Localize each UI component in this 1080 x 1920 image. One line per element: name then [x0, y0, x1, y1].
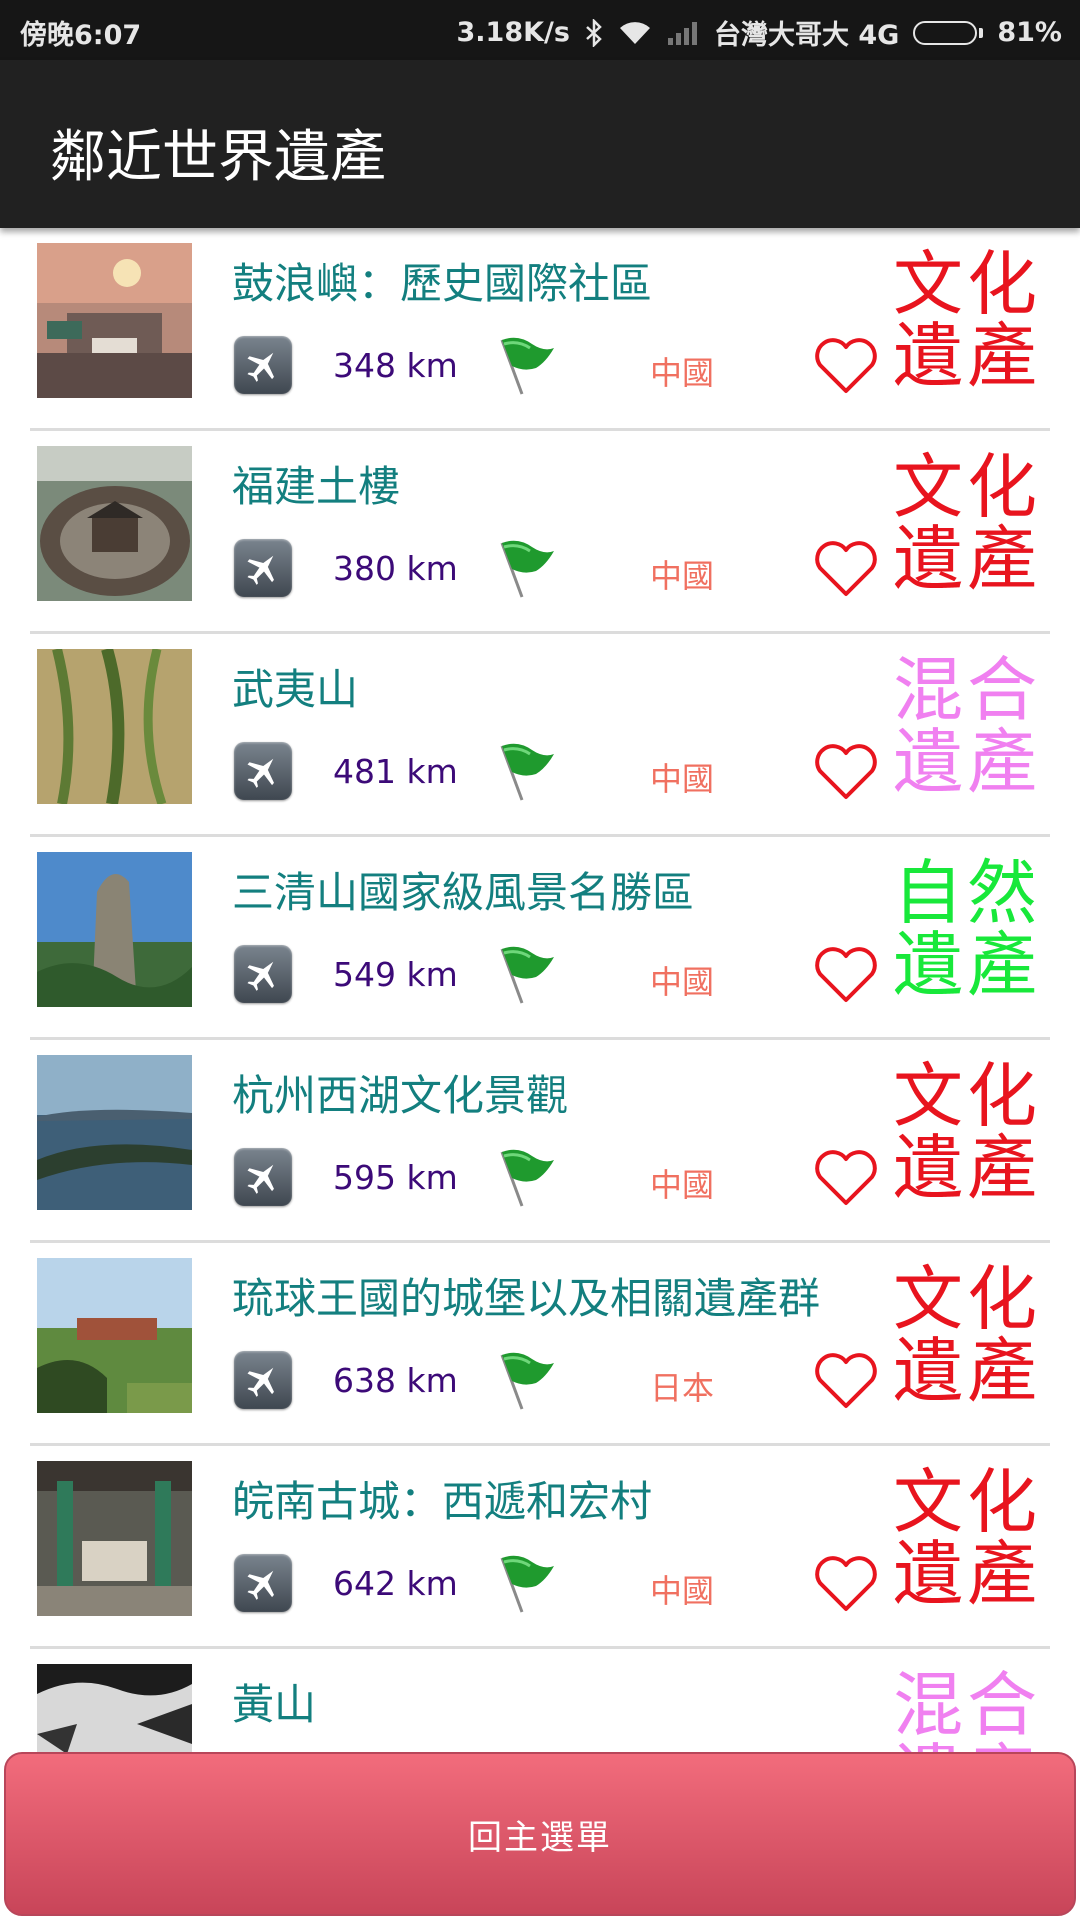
green-flag-icon[interactable] — [488, 1144, 556, 1208]
site-distance: 380 km — [333, 549, 458, 588]
airplane-icon[interactable] — [234, 1148, 292, 1206]
green-flag-icon[interactable] — [488, 332, 556, 396]
site-distance: 549 km — [333, 955, 458, 994]
list-item[interactable]: 福建土樓 380 km 中國 文化 遺產 — [0, 431, 1080, 634]
green-flag-icon[interactable] — [488, 941, 556, 1005]
site-country: 中國 — [650, 963, 715, 1001]
site-country: 日本 — [650, 1369, 715, 1407]
network-speed: 3.18K/s — [456, 17, 570, 48]
heritage-type-label: 混合 遺產 — [893, 1664, 1041, 1752]
bluetooth-icon — [584, 18, 604, 47]
heart-outline-icon[interactable] — [813, 944, 879, 1004]
site-thumbnail — [37, 649, 192, 804]
heart-outline-icon[interactable] — [813, 741, 879, 801]
wifi-icon — [618, 20, 652, 46]
airplane-icon[interactable] — [234, 1351, 292, 1409]
airplane-icon[interactable] — [234, 742, 292, 800]
app-bar: 鄰近世界遺產 — [0, 60, 1080, 228]
heritage-type-label: 文化 遺產 — [893, 446, 1041, 600]
list-item[interactable]: 皖南古城：西遞和宏村 642 km 中國 文化 遺產 — [0, 1446, 1080, 1649]
site-name: 三清山國家級風景名勝區 — [232, 868, 695, 917]
site-name: 琉球王國的城堡以及相關遺產群 — [232, 1274, 821, 1323]
site-distance: 642 km — [333, 1564, 458, 1603]
list-item[interactable]: 黃山 混合 遺產 — [0, 1649, 1080, 1752]
battery-icon — [913, 20, 984, 45]
list-item[interactable]: 三清山國家級風景名勝區 549 km 中國 自然 遺產 — [0, 837, 1080, 1040]
main-menu-button-label: 回主選單 — [468, 1817, 612, 1858]
heart-outline-icon[interactable] — [813, 1147, 879, 1207]
battery-percent: 81% — [997, 17, 1062, 48]
status-right: 3.18K/s 台灣大哥大 4G 81% — [457, 13, 1062, 52]
heritage-type-label: 文化 遺產 — [893, 1258, 1041, 1412]
green-flag-icon[interactable] — [488, 1550, 556, 1614]
airplane-icon[interactable] — [234, 539, 292, 597]
site-distance: 595 km — [333, 1158, 458, 1197]
list-item[interactable]: 鼓浪嶼：歷史國際社區 348 km 中國 文化 遺產 — [0, 228, 1080, 431]
site-name: 黃山 — [232, 1680, 317, 1729]
site-country: 中國 — [650, 1166, 715, 1204]
status-time: 傍晚6:07 — [20, 20, 142, 51]
site-country: 中國 — [650, 354, 715, 392]
airplane-icon[interactable] — [234, 336, 292, 394]
site-country: 中國 — [650, 557, 715, 595]
heritage-type-label: 文化 遺產 — [893, 243, 1041, 397]
site-thumbnail — [37, 1055, 192, 1210]
site-thumbnail — [37, 243, 192, 398]
airplane-icon[interactable] — [234, 1554, 292, 1612]
list-item[interactable]: 杭州西湖文化景觀 595 km 中國 文化 遺產 — [0, 1040, 1080, 1243]
status-bar: 傍晚6:07 3.18K/s 台灣大哥大 4G 81% — [0, 0, 1080, 60]
site-name: 福建土樓 — [232, 462, 401, 511]
heritage-type-label: 文化 遺產 — [893, 1461, 1041, 1615]
heritage-type-label: 文化 遺產 — [893, 1055, 1041, 1209]
site-distance: 481 km — [333, 752, 458, 791]
page-title: 鄰近世界遺產 — [50, 125, 386, 190]
airplane-icon[interactable] — [234, 945, 292, 1003]
site-name: 杭州西湖文化景觀 — [232, 1071, 569, 1120]
signal-icon — [666, 20, 700, 46]
list-item[interactable]: 琉球王國的城堡以及相關遺產群 638 km 日本 文化 遺產 — [0, 1243, 1080, 1446]
heart-outline-icon[interactable] — [813, 335, 879, 395]
green-flag-icon[interactable] — [488, 738, 556, 802]
heart-outline-icon[interactable] — [813, 1350, 879, 1410]
site-thumbnail — [37, 1461, 192, 1616]
site-distance: 348 km — [333, 346, 458, 385]
heritage-type-label: 混合 遺產 — [893, 649, 1041, 803]
green-flag-icon[interactable] — [488, 535, 556, 599]
site-thumbnail — [37, 446, 192, 601]
site-country: 中國 — [650, 760, 715, 798]
heritage-type-label: 自然 遺產 — [893, 852, 1041, 1006]
list-item[interactable]: 武夷山 481 km 中國 混合 遺產 — [0, 634, 1080, 837]
site-thumbnail — [37, 852, 192, 1007]
site-thumbnail — [37, 1664, 192, 1752]
site-name: 鼓浪嶼：歷史國際社區 — [232, 259, 653, 308]
heritage-list[interactable]: 鼓浪嶼：歷史國際社區 348 km 中國 文化 遺產 福建土樓 380 km 中國 文化 遺產… — [0, 228, 1080, 1752]
site-distance: 638 km — [333, 1361, 458, 1400]
green-flag-icon[interactable] — [488, 1347, 556, 1411]
heart-outline-icon[interactable] — [813, 538, 879, 598]
heart-outline-icon[interactable] — [813, 1553, 879, 1613]
site-name: 皖南古城：西遞和宏村 — [232, 1477, 653, 1526]
site-country: 中國 — [650, 1572, 715, 1610]
site-name: 武夷山 — [232, 665, 359, 714]
site-thumbnail — [37, 1258, 192, 1413]
carrier-label: 台灣大哥大 4G — [714, 20, 900, 51]
main-menu-button[interactable]: 回主選單 — [4, 1752, 1076, 1916]
